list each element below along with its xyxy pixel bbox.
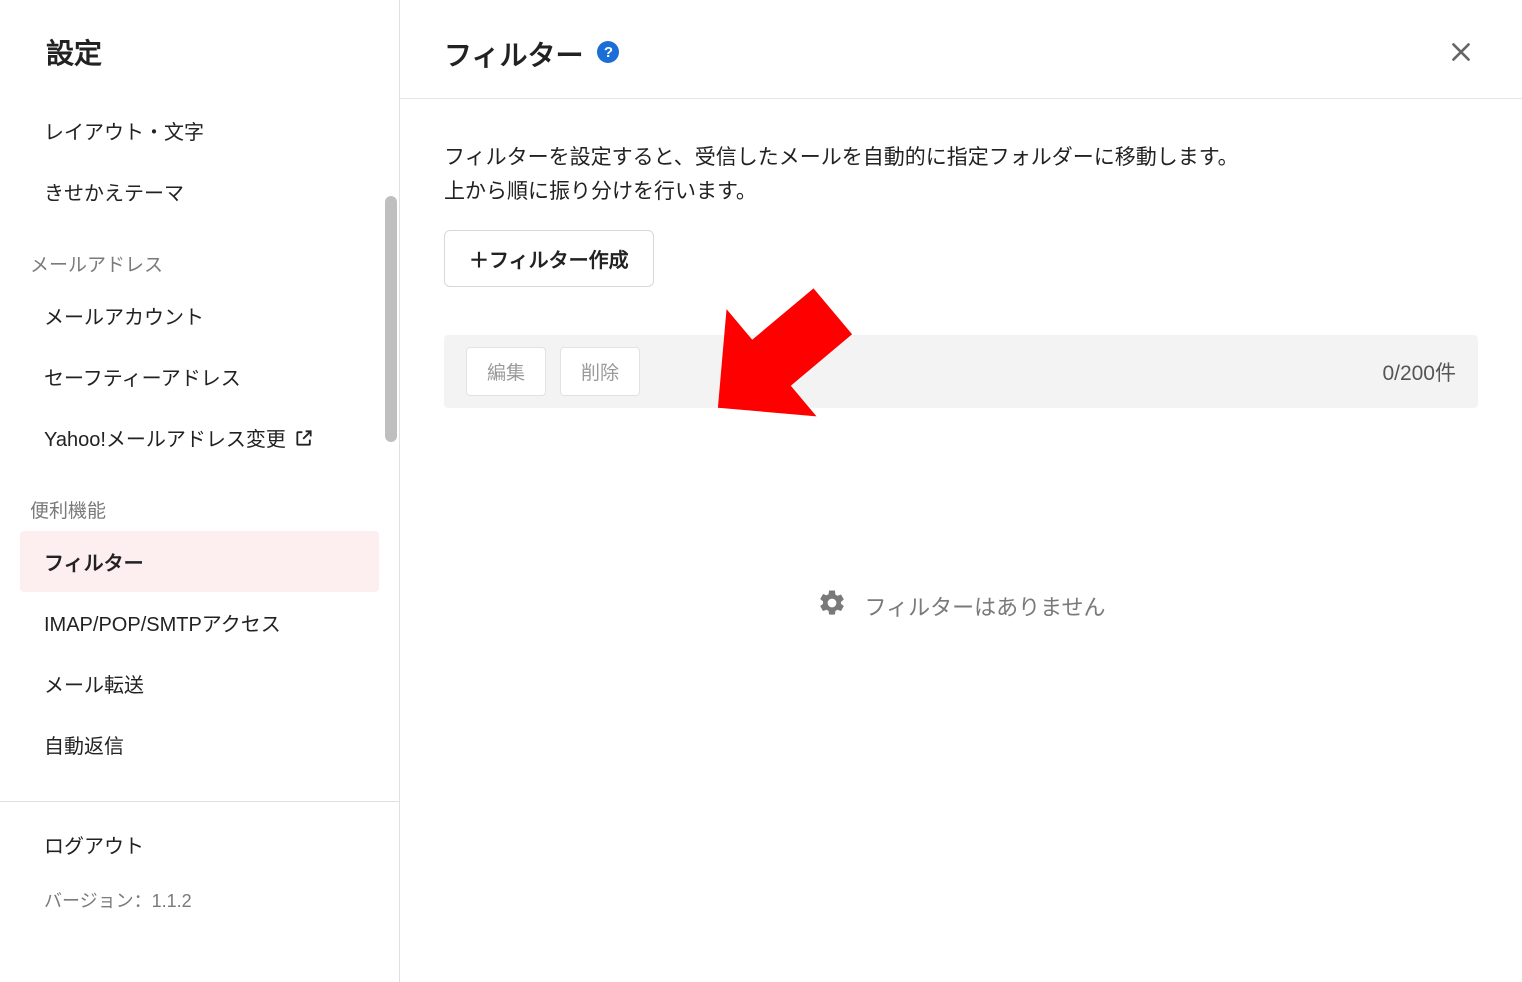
filter-toolbar: 編集 削除 0/200件 xyxy=(444,335,1478,408)
gear-icon xyxy=(817,588,847,624)
sidebar-item-label: 自動返信 xyxy=(44,730,124,759)
sidebar-item-label: レイアウト・文字 xyxy=(44,116,204,145)
sidebar-item-auto-reply[interactable]: 自動返信 xyxy=(0,714,399,775)
sidebar-item-label: きせかえテーマ xyxy=(44,177,184,206)
sidebar-item-label: Yahoo!メールアドレス変更 xyxy=(44,423,286,452)
filter-description: フィルターを設定すると、受信したメールを自動的に指定フォルダーに移動します。 上… xyxy=(444,141,1478,208)
empty-state: フィルターはありません xyxy=(444,588,1478,624)
help-icon[interactable]: ? xyxy=(597,41,619,63)
sidebar-item-label: IMAP/POP/SMTPアクセス xyxy=(44,608,281,637)
sidebar-item-imap-pop-smtp[interactable]: IMAP/POP/SMTPアクセス xyxy=(0,592,399,653)
sidebar-section-header-mail: メールアドレス xyxy=(0,222,399,285)
empty-message: フィルターはありません xyxy=(865,590,1106,622)
edit-button[interactable]: 編集 xyxy=(466,347,546,396)
external-link-icon xyxy=(294,428,314,448)
create-filter-button[interactable]: ＋フィルター作成 xyxy=(444,230,654,287)
sidebar-item-label: ログアウト xyxy=(44,830,144,859)
main-header: フィルター ? xyxy=(400,0,1522,99)
sidebar-item-yahoo-address-change[interactable]: Yahoo!メールアドレス変更 xyxy=(0,407,399,468)
sidebar-title: 設定 xyxy=(0,32,399,100)
sidebar-item-logout[interactable]: ログアウト xyxy=(0,814,399,875)
sidebar-item-layout[interactable]: レイアウト・文字 xyxy=(0,100,399,161)
sidebar-item-label: メール転送 xyxy=(44,669,144,698)
sidebar-item-mail-forward[interactable]: メール転送 xyxy=(0,653,399,714)
delete-button[interactable]: 削除 xyxy=(560,347,640,396)
sidebar-item-theme[interactable]: きせかえテーマ xyxy=(0,161,399,222)
description-line2: 上から順に振り分けを行います。 xyxy=(444,180,757,203)
filter-count: 0/200件 xyxy=(1382,357,1456,387)
scrollbar-thumb[interactable] xyxy=(385,196,397,442)
sidebar-item-label: メールアカウント xyxy=(44,301,204,330)
sidebar-item-safety-address[interactable]: セーフティーアドレス xyxy=(0,346,399,407)
sidebar-item-label: セーフティーアドレス xyxy=(44,362,241,391)
sidebar-item-filter[interactable]: フィルター xyxy=(20,531,379,592)
main-body: フィルターを設定すると、受信したメールを自動的に指定フォルダーに移動します。 上… xyxy=(400,99,1522,666)
sidebar-section-header-features: 便利機能 xyxy=(0,468,399,531)
settings-sidebar: 設定 レイアウト・文字 きせかえテーマ メールアドレス メールアカウント セーフ… xyxy=(0,0,400,982)
version-label: バージョン：1.1.2 xyxy=(0,875,399,913)
sidebar-item-label: フィルター xyxy=(44,547,144,576)
description-line1: フィルターを設定すると、受信したメールを自動的に指定フォルダーに移動します。 xyxy=(444,146,1239,169)
page-title: フィルター xyxy=(444,34,583,74)
create-filter-label: ＋フィルター作成 xyxy=(469,244,629,273)
close-button[interactable] xyxy=(1444,35,1478,74)
sidebar-item-mail-account[interactable]: メールアカウント xyxy=(0,285,399,346)
main-panel: フィルター ? フィルターを設定すると、受信したメールを自動的に指定フォルダーに… xyxy=(400,0,1522,982)
